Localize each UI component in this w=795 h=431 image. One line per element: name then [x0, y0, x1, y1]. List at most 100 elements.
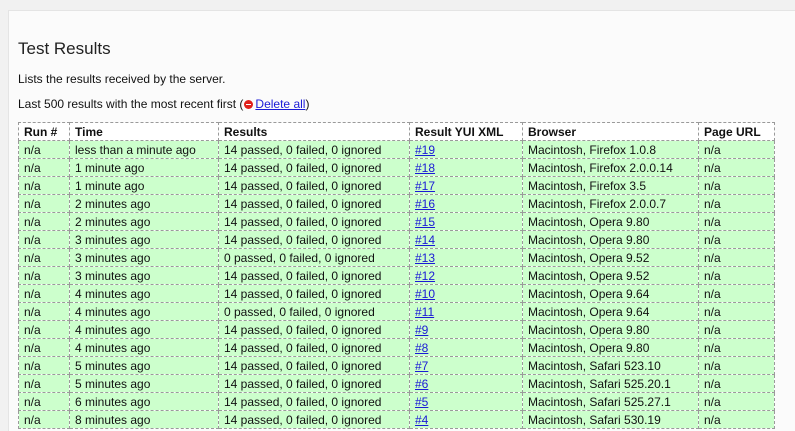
table-header-row: Run # Time Results Result YUI XML Browse… [18, 122, 775, 141]
page-url-cell: n/a [698, 230, 775, 249]
page-url-cell: n/a [698, 212, 775, 231]
result-xml-link[interactable]: #16 [415, 197, 435, 211]
page-url-cell: n/a [698, 356, 775, 375]
delete-icon [244, 100, 254, 109]
result-xml-link[interactable]: #13 [415, 251, 435, 265]
browser-cell: Macintosh, Safari 525.27.1 [522, 392, 699, 411]
time-cell: 5 minutes ago [69, 356, 219, 375]
time-cell: 5 minutes ago [69, 374, 219, 393]
results-cell: 14 passed, 0 failed, 0 ignored [218, 158, 410, 177]
results-cell: 14 passed, 0 failed, 0 ignored [218, 338, 410, 357]
browser-cell: Macintosh, Opera 9.80 [522, 212, 699, 231]
time-cell: 2 minutes ago [69, 194, 219, 213]
page-url-cell: n/a [698, 320, 775, 339]
table-row: n/a 1 minute ago 14 passed, 0 failed, 0 ig… [18, 158, 775, 177]
result-xml-link[interactable]: #6 [415, 377, 428, 391]
run-number-cell: n/a [18, 266, 70, 285]
results-cell: 14 passed, 0 failed, 0 ignored [218, 374, 410, 393]
table-row: n/a 5 minutes ago 14 passed, 0 failed, 0 i… [18, 374, 775, 393]
browser-cell: Macintosh, Safari 523.10 [522, 356, 699, 375]
table-row: n/a 2 minutes ago 14 passed, 0 failed, 0 i… [18, 212, 775, 231]
browser-cell: Macintosh, Firefox 3.5 [522, 176, 699, 195]
page-url-cell: n/a [698, 140, 775, 159]
run-number-cell: n/a [18, 248, 70, 267]
result-xml-link[interactable]: #12 [415, 269, 435, 283]
results-cell: 14 passed, 0 failed, 0 ignored [218, 194, 410, 213]
page-description: Lists the results received by the server… [18, 72, 226, 86]
result-xml-link[interactable]: #9 [415, 323, 428, 337]
result-xml-cell: #7 [409, 356, 523, 375]
page-title: Test Results [18, 39, 111, 58]
results-cell: 0 passed, 0 failed, 0 ignored [218, 248, 410, 267]
result-xml-link[interactable]: #5 [415, 395, 428, 409]
table-row: n/a 5 minutes ago 14 passed, 0 failed, 0 i… [18, 356, 775, 375]
result-xml-cell: #11 [409, 302, 523, 321]
table-row: n/a 6 minutes ago 14 passed, 0 failed, 0 i… [18, 392, 775, 411]
browser-cell: Macintosh, Firefox 2.0.0.7 [522, 194, 699, 213]
run-number-cell: n/a [18, 320, 70, 339]
result-xml-link[interactable]: #7 [415, 359, 428, 373]
table-row: n/a 4 minutes ago 14 passed, 0 failed, 0 i… [18, 284, 775, 303]
result-xml-cell: #15 [409, 212, 523, 231]
results-cell: 14 passed, 0 failed, 0 ignored [218, 392, 410, 411]
results-cell: 14 passed, 0 failed, 0 ignored [218, 140, 410, 159]
results-cell: 14 passed, 0 failed, 0 ignored [218, 266, 410, 285]
result-xml-link[interactable]: #14 [415, 233, 435, 247]
page-url-cell: n/a [698, 410, 775, 429]
browser-cell: Macintosh, Opera 9.64 [522, 302, 699, 321]
result-xml-link[interactable]: #11 [415, 305, 434, 319]
result-xml-cell: #9 [409, 320, 523, 339]
page-url-cell: n/a [698, 338, 775, 357]
results-subtitle: Last 500 results with the most recent fi… [18, 97, 309, 111]
run-number-cell: n/a [18, 302, 70, 321]
run-number-cell: n/a [18, 176, 70, 195]
delete-all-link[interactable]: Delete all [255, 97, 305, 111]
header-results: Results [218, 122, 410, 141]
result-xml-link[interactable]: #18 [415, 161, 435, 175]
header-browser: Browser [522, 122, 699, 141]
table-row: n/a 3 minutes ago 14 passed, 0 failed, 0 i… [18, 266, 775, 285]
browser-cell: Macintosh, Safari 525.20.1 [522, 374, 699, 393]
result-xml-cell: #17 [409, 176, 523, 195]
result-xml-link[interactable]: #19 [415, 143, 435, 157]
result-xml-cell: #16 [409, 194, 523, 213]
run-number-cell: n/a [18, 392, 70, 411]
time-cell: 1 minute ago [69, 158, 219, 177]
header-time: Time [69, 122, 219, 141]
table-row: n/a 4 minutes ago 14 passed, 0 failed, 0 i… [18, 320, 775, 339]
result-xml-cell: #6 [409, 374, 523, 393]
page-url-cell: n/a [698, 194, 775, 213]
run-number-cell: n/a [18, 410, 70, 429]
time-cell: 2 minutes ago [69, 212, 219, 231]
browser-cell: Macintosh, Opera 9.64 [522, 284, 699, 303]
result-xml-link[interactable]: #4 [415, 413, 428, 427]
table-row: n/a 4 minutes ago 14 passed, 0 failed, 0 i… [18, 338, 775, 357]
result-xml-cell: #4 [409, 410, 523, 429]
result-xml-link[interactable]: #17 [415, 179, 435, 193]
run-number-cell: n/a [18, 158, 70, 177]
result-xml-link[interactable]: #8 [415, 341, 428, 355]
result-xml-link[interactable]: #10 [415, 287, 435, 301]
results-cell: 14 passed, 0 failed, 0 ignored [218, 356, 410, 375]
run-number-cell: n/a [18, 230, 70, 249]
table-row: n/a less than a minute ago 14 passed, 0 fa… [18, 140, 775, 159]
header-run-number: Run # [18, 122, 70, 141]
result-xml-cell: #5 [409, 392, 523, 411]
run-number-cell: n/a [18, 212, 70, 231]
page-url-cell: n/a [698, 302, 775, 321]
results-cell: 14 passed, 0 failed, 0 ignored [218, 410, 410, 429]
subtitle-prefix: Last 500 results with the most recent fi… [18, 97, 244, 111]
page-url-cell: n/a [698, 176, 775, 195]
results-cell: 14 passed, 0 failed, 0 ignored [218, 320, 410, 339]
results-cell: 14 passed, 0 failed, 0 ignored [218, 176, 410, 195]
results-cell: 14 passed, 0 failed, 0 ignored [218, 230, 410, 249]
results-panel: Test Results Lists the results received … [8, 10, 795, 431]
results-cell: 0 passed, 0 failed, 0 ignored [218, 302, 410, 321]
page-url-cell: n/a [698, 284, 775, 303]
time-cell: 4 minutes ago [69, 338, 219, 357]
result-xml-link[interactable]: #15 [415, 215, 435, 229]
table-row: n/a 4 minutes ago 0 passed, 0 failed, 0 ig… [18, 302, 775, 321]
browser-cell: Macintosh, Opera 9.52 [522, 266, 699, 285]
run-number-cell: n/a [18, 374, 70, 393]
subtitle-suffix: ) [305, 97, 310, 111]
